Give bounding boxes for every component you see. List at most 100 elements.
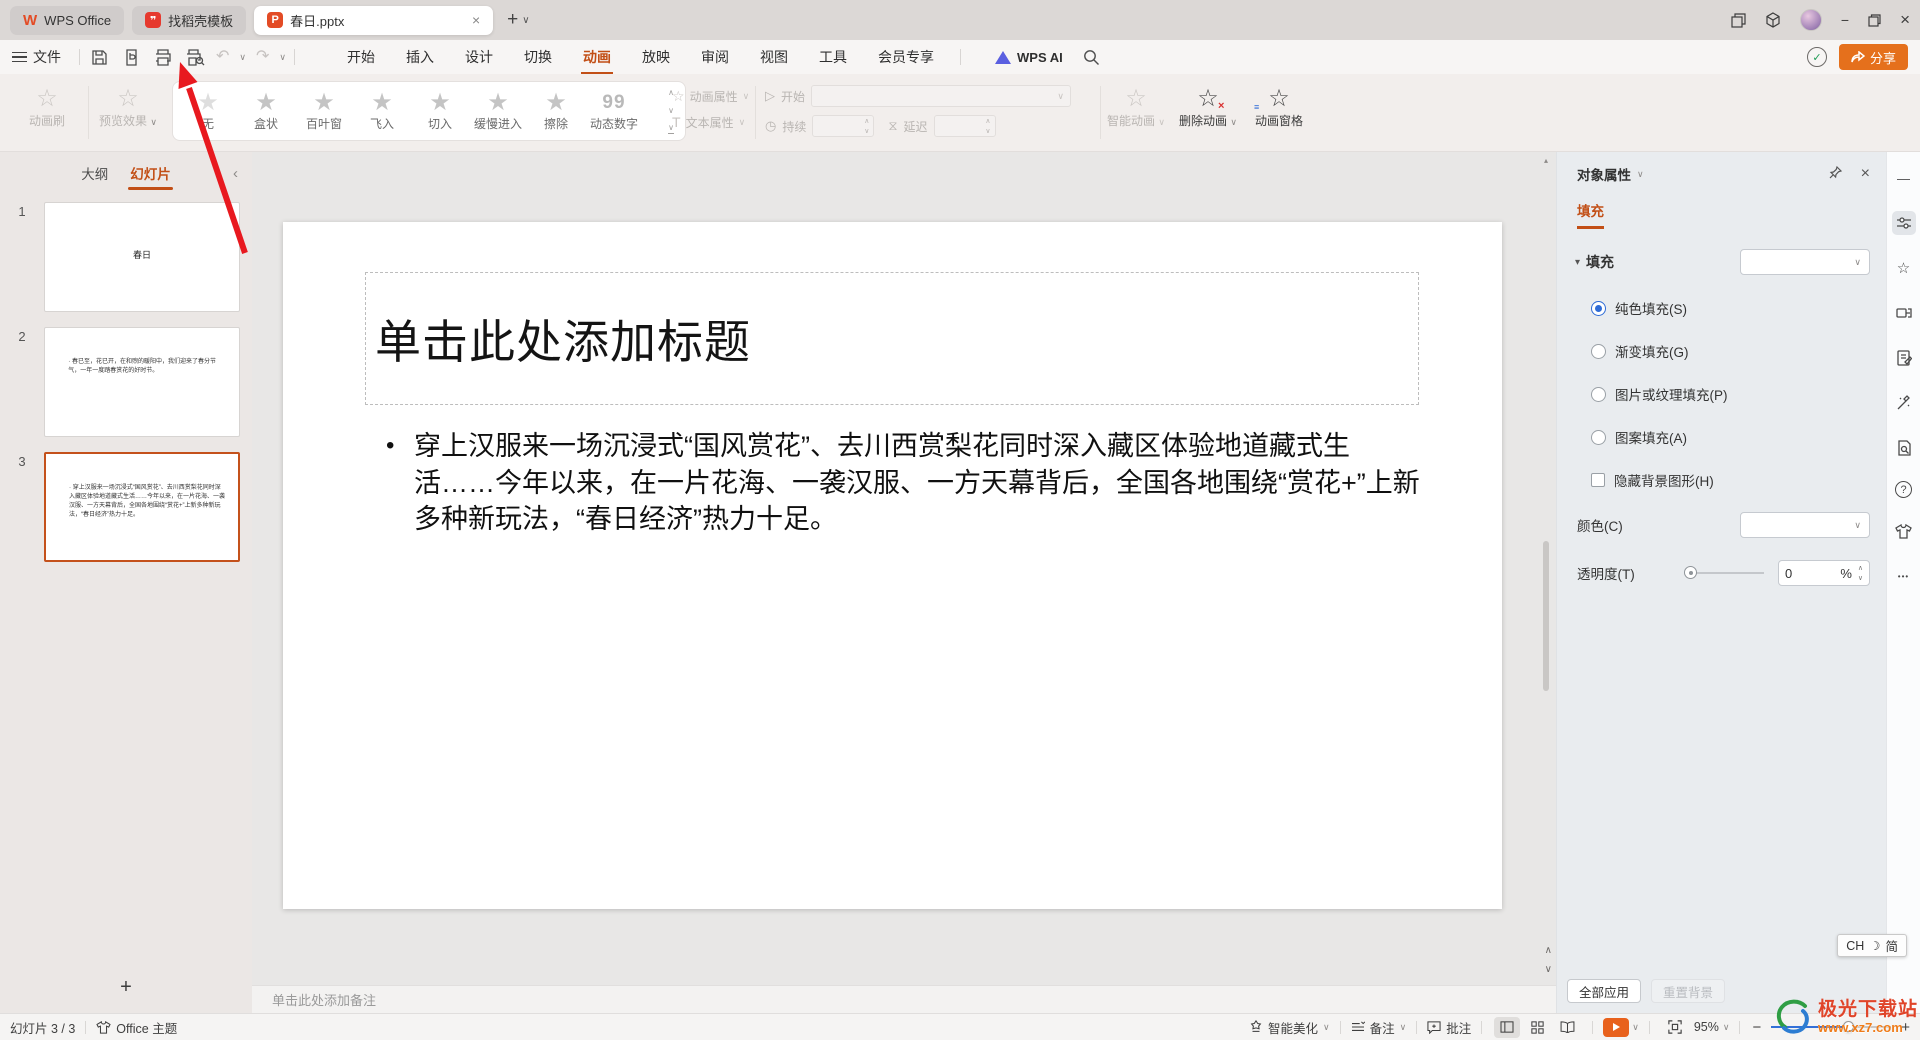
smart-beautify-button[interactable]: 智能美化 ∨ — [1249, 1018, 1330, 1037]
option-picture-fill[interactable]: 图片或纹理填充(P) — [1557, 384, 1886, 404]
gallery-item-cut-in[interactable]: ★ 切入 — [411, 90, 469, 132]
fill-preset-dropdown[interactable]: ∨ — [1740, 249, 1870, 275]
skin-icon[interactable] — [1892, 519, 1916, 543]
scroll-up-icon[interactable]: ▴ — [1541, 156, 1551, 165]
tabs-dropdown-icon[interactable]: ∨ — [522, 15, 529, 26]
play-options-icon[interactable]: ∨ — [1632, 1022, 1639, 1032]
find-rail-icon[interactable] — [1892, 436, 1916, 460]
next-slide-icon[interactable]: ∨ — [1545, 964, 1552, 975]
ime-indicator[interactable]: CH ☽ 简 — [1837, 934, 1907, 957]
wps-ai-button[interactable]: WPS AI — [995, 50, 1063, 65]
gallery-item-slow-enter[interactable]: ★ 缓慢进入 — [469, 90, 527, 132]
hamburger-menu-icon[interactable] — [12, 51, 27, 63]
toolbar-options-icon[interactable]: ∨ — [279, 52, 286, 62]
close-window-icon[interactable]: × — [1900, 10, 1910, 30]
slide-editor[interactable]: 单击此处添加标题 • 穿上汉服来一场沉浸式“国风赏花”、去川西赏梨花同时深入藏区… — [283, 222, 1502, 909]
menu-tools[interactable]: 工具 — [817, 40, 849, 74]
multi-window-icon[interactable] — [1731, 12, 1746, 28]
slide-thumbnail-1[interactable]: 春日 — [44, 202, 240, 312]
zoom-out-button[interactable]: − — [1750, 1019, 1763, 1036]
radio-icon[interactable] — [1591, 343, 1606, 359]
notes-button[interactable]: 备注 ∨ — [1351, 1018, 1406, 1037]
menu-view[interactable]: 视图 — [758, 40, 790, 74]
notes-rail-icon[interactable] — [1892, 346, 1916, 370]
animation-rail-icon[interactable]: ☆ — [1892, 256, 1916, 280]
reading-view-button[interactable] — [1554, 1017, 1580, 1038]
add-tab-icon[interactable]: + — [507, 9, 518, 31]
menu-slideshow[interactable]: 放映 — [640, 40, 672, 74]
scrollbar-thumb[interactable] — [1543, 541, 1549, 691]
menu-transitions[interactable]: 切换 — [522, 40, 554, 74]
spin-down-icon[interactable]: ∨ — [1858, 574, 1863, 582]
restore-window-icon[interactable] — [1868, 13, 1881, 27]
menu-home[interactable]: 开始 — [345, 40, 377, 74]
normal-view-button[interactable] — [1494, 1016, 1521, 1038]
tab-document[interactable]: P 春日.pptx × — [254, 5, 494, 35]
play-slideshow-button[interactable] — [1603, 1017, 1630, 1037]
transition-rail-icon[interactable] — [1892, 301, 1916, 325]
animation-pane-button[interactable]: ☆ ≡ 动画窗格 — [1246, 86, 1312, 129]
option-hide-background[interactable]: 隐藏背景图形(H) — [1557, 470, 1886, 490]
gallery-item-wipe[interactable]: ★ 擦除 — [527, 90, 585, 132]
gallery-item-dynamic-number[interactable]: 99 动态数字 — [585, 91, 643, 132]
gallery-item-blinds[interactable]: ★ 百叶窗 — [295, 90, 353, 132]
pin-icon[interactable] — [1828, 165, 1843, 183]
user-avatar[interactable] — [1799, 9, 1822, 31]
slide-thumbnail-3-selected[interactable]: · 穿上汉服来一场沉浸式“国风赏花”、去川西赏梨花同时深入藏区体验地道藏式生活…… — [44, 452, 240, 562]
object-properties-icon[interactable] — [1891, 211, 1916, 235]
gallery-item-box[interactable]: ★ 盒状 — [237, 90, 295, 132]
beautify-rail-icon[interactable] — [1892, 391, 1916, 415]
fit-slide-button[interactable] — [1662, 1017, 1688, 1038]
radio-icon[interactable] — [1591, 386, 1606, 402]
transparency-spinbox[interactable]: 0 % ∧ ∨ — [1778, 560, 1870, 586]
delete-animation-button[interactable]: ☆ × 删除动画 ∨ — [1174, 86, 1242, 129]
color-dropdown[interactable]: ∨ — [1740, 512, 1870, 538]
search-icon[interactable] — [1083, 49, 1100, 66]
menu-insert[interactable]: 插入 — [404, 40, 436, 74]
notes-bar[interactable]: 单击此处添加备注 — [252, 985, 1556, 1013]
tab-outline[interactable]: 大纲 — [81, 163, 108, 183]
canvas-scrollbar[interactable]: ▴ — [1541, 156, 1551, 917]
print-icon[interactable] — [152, 46, 174, 68]
gallery-item-fly-in[interactable]: ★ 飞入 — [353, 90, 411, 132]
option-gradient-fill[interactable]: 渐变填充(G) — [1557, 341, 1886, 361]
file-menu[interactable]: 文件 — [33, 47, 61, 67]
app-center-icon[interactable] — [1765, 12, 1781, 28]
option-solid-fill[interactable]: 纯色填充(S) — [1557, 298, 1886, 318]
menu-design[interactable]: 设计 — [463, 40, 495, 74]
panel-title-dropdown-icon[interactable]: ∨ — [1637, 169, 1644, 179]
print-preview-icon[interactable] — [184, 46, 206, 68]
spin-up-icon[interactable]: ∧ — [1858, 564, 1863, 572]
tab-slides[interactable]: 幻灯片 — [128, 163, 173, 190]
gallery-item-none[interactable]: ★ 无 — [179, 90, 237, 132]
menu-review[interactable]: 审阅 — [699, 40, 731, 74]
previous-slide-icon[interactable]: ∧ — [1545, 945, 1552, 956]
transparency-slider[interactable] — [1684, 566, 1764, 579]
comments-button[interactable]: 批注 — [1427, 1018, 1471, 1037]
slider-knob[interactable] — [1684, 566, 1697, 579]
cloud-saved-icon[interactable]: ✓ — [1806, 47, 1827, 67]
minimize-window-icon[interactable]: − — [1841, 12, 1849, 28]
zoom-dropdown-icon[interactable]: ∨ — [1723, 1022, 1730, 1032]
tab-wps-home[interactable]: W WPS Office — [10, 5, 125, 35]
collapse-panel-icon[interactable]: ‹ — [233, 165, 238, 182]
close-tab-icon[interactable]: × — [472, 12, 480, 28]
slide-thumbnail-2[interactable]: · 春已至，花已开，在和煦的暖阳中，我们迎来了春分节气，一年一度踏春赏花的好时节… — [44, 327, 240, 437]
menu-member[interactable]: 会员专享 — [876, 40, 936, 74]
theme-button[interactable]: Office 主题 — [96, 1018, 177, 1037]
fill-section-header[interactable]: ▾ 填充 ∨ — [1557, 229, 1886, 275]
close-panel-icon[interactable]: × — [1861, 165, 1870, 183]
body-textbox[interactable]: • 穿上汉服来一场沉浸式“国风赏花”、去川西赏梨花同时深入藏区体验地道藏式生活…… — [380, 428, 1420, 538]
checkbox-icon[interactable] — [1591, 473, 1605, 487]
help-icon[interactable]: ? — [1895, 481, 1912, 498]
save-icon[interactable] — [88, 46, 110, 68]
option-pattern-fill[interactable]: 图案填充(A) — [1557, 427, 1886, 447]
collapse-rail-icon[interactable]: — — [1892, 166, 1916, 190]
add-slide-button[interactable]: + — [0, 976, 252, 999]
title-placeholder[interactable]: 单击此处添加标题 — [365, 272, 1419, 405]
radio-selected-icon[interactable] — [1591, 300, 1606, 316]
menu-animation[interactable]: 动画 — [581, 40, 613, 75]
apply-all-button[interactable]: 全部应用 — [1567, 979, 1642, 1003]
tab-docer-templates[interactable]: ❞ 找稻壳模板 — [132, 5, 247, 35]
export-pdf-icon[interactable] — [120, 46, 142, 68]
